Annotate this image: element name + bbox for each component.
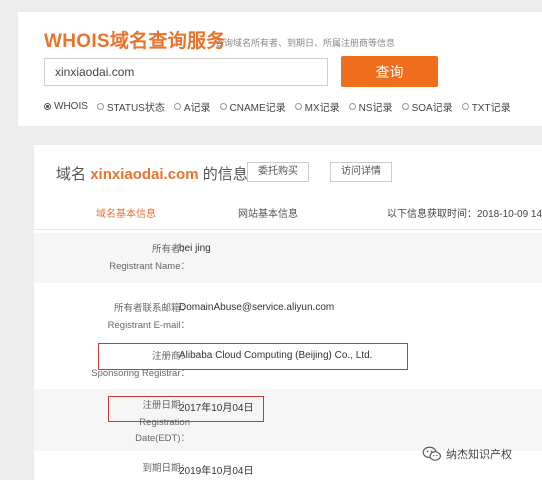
site-title: WHOIS域名查询服务 (44, 31, 226, 52)
record-label-en: Registrant E-mail： (107, 320, 190, 331)
radio-checked-icon (44, 102, 51, 110)
radio-unchecked-icon (219, 102, 227, 110)
search-panel: WHOIS域名查询服务 查询域名所有者、到期日、所属注册商等信息 查询 WHOI… (18, 12, 542, 126)
radio-unchecked-icon (461, 102, 469, 110)
domain-info-panel: 域名 xinxiaodai.com 的信息 委托购买 访问详情 域名基本信息 网… (34, 145, 542, 480)
record-value: DomainAbuse@service.aliyun.com (179, 302, 335, 313)
radio-unchecked-icon (401, 102, 409, 110)
record-value: bei jing (179, 243, 211, 254)
watermark: 纳杰知识产权 (422, 446, 512, 462)
radio-status[interactable]: STATUS状态 (96, 98, 165, 114)
query-button[interactable]: 查询 (341, 56, 438, 87)
site-tagline: 查询域名所有者、到期日、所属注册商等信息 (215, 38, 396, 48)
query-type-options: WHOIS STATUS状态 A记录 CNAME记录 MX记录 NS记录 SOA… (44, 98, 542, 114)
record-row-email: 所有者联系邮箱： Registrant E-mail： DomainAbuse@… (34, 287, 542, 335)
radio-soa-record[interactable]: SOA记录 (401, 98, 453, 114)
tab-site-basic[interactable]: 网站基本信息 (238, 205, 298, 220)
radio-unchecked-icon (294, 102, 302, 110)
radio-cname-record[interactable]: CNAME记录 (219, 98, 286, 114)
record-value: 2019年10月04日 (179, 466, 254, 477)
visit-details-button[interactable]: 访问详情 (330, 162, 392, 182)
heading-domain: xinxiaodai.com (90, 166, 199, 183)
record-label-en-2: Date(EDT)： (135, 433, 190, 444)
registrar-highlight-box (98, 343, 408, 370)
radio-unchecked-icon (173, 102, 181, 110)
domain-search-input[interactable] (44, 58, 328, 86)
record-label-en: Registrant Name： (109, 261, 190, 272)
registration-date-highlight-box (108, 396, 264, 422)
radio-unchecked-icon (96, 102, 104, 110)
info-heading: 域名 xinxiaodai.com 的信息 (56, 166, 248, 183)
radio-txt-record[interactable]: TXT记录 (461, 98, 511, 114)
radio-ns-record[interactable]: NS记录 (348, 98, 393, 114)
radio-unchecked-icon (348, 102, 356, 110)
radio-a-record[interactable]: A记录 (173, 98, 211, 114)
record-row-registrant: 所有者： Registrant Name： bei jing (34, 233, 542, 283)
wechat-icon (422, 446, 441, 461)
buy-button[interactable]: 委托购买 (247, 162, 309, 182)
info-tabs: 域名基本信息 网站基本信息 以下信息获取时间：2018-10-09 14 (34, 195, 542, 230)
radio-whois[interactable]: WHOIS (44, 98, 88, 114)
radio-mx-record[interactable]: MX记录 (294, 98, 340, 114)
fetch-time: 以下信息获取时间：2018-10-09 14 (387, 209, 542, 220)
tab-domain-basic[interactable]: 域名基本信息 (96, 205, 156, 220)
watermark-text: 纳杰知识产权 (446, 449, 512, 461)
